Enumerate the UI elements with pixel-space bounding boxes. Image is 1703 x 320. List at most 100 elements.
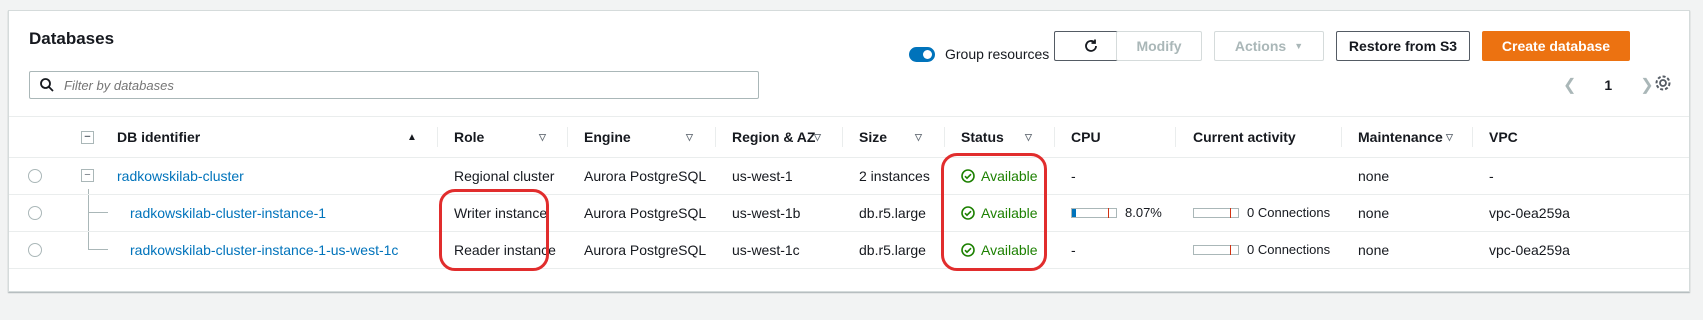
cpu-cell: - [1071,241,1076,258]
maintenance-cell: none [1358,167,1390,184]
table-header: − DB identifier ▲ Role ▽ Engine ▽ Region… [9,116,1689,158]
column-divider [944,127,945,147]
cpu-usage-fill [1072,208,1076,217]
search-input[interactable] [62,76,716,94]
vpc-cell: - [1489,167,1494,184]
engine-cell: Aurora PostgreSQL [584,204,707,221]
group-resources-toggle[interactable] [909,46,935,62]
sort-ascending-icon: ▲ [407,131,417,143]
pagination: ❮ 1 ❯ [1549,75,1668,95]
db-identifier-link[interactable]: radkowskilab-cluster-instance-1 [130,194,326,231]
radio-button[interactable] [28,242,42,257]
activity-bar [1193,244,1239,255]
select-all-collapse[interactable]: − [81,117,94,157]
radio-button[interactable] [28,205,42,220]
table-row[interactable]: radkowskilab-cluster-instance-1-us-west-… [9,231,1689,269]
column-engine-label: Engine [584,129,631,145]
actions-label: Actions [1234,38,1287,54]
column-db-identifier[interactable]: DB identifier ▲ [117,117,427,157]
databases-panel: Databases Group resources Modify Actions… [8,10,1690,292]
column-divider [715,127,716,147]
search-icon [40,78,54,92]
column-maintenance[interactable]: Maintenance ▽ [1358,117,1468,157]
engine-cell: Aurora PostgreSQL [584,241,707,258]
sort-icon: ▽ [1025,131,1032,142]
row-radio[interactable] [28,157,42,194]
status-highlight-annotation [941,153,1047,271]
column-maintenance-label: Maintenance [1358,129,1443,145]
vpc-cell: vpc-0ea259a [1489,204,1570,221]
db-identifier-link[interactable]: radkowskilab-cluster-instance-1-us-west-… [130,231,398,268]
activity-cell: 0 Connections [1193,194,1330,231]
column-divider [437,127,438,147]
activity-threshold-mark [1230,207,1231,218]
page-number[interactable]: 1 [1604,77,1612,93]
column-size[interactable]: Size ▽ [859,117,939,157]
group-resources-toggle-wrap[interactable]: Group resources [909,46,1049,62]
column-vpc[interactable]: VPC [1489,117,1518,157]
maintenance-cell: none [1358,204,1390,221]
caret-down-icon: ▼ [1294,41,1304,51]
column-status[interactable]: Status ▽ [961,117,1061,157]
size-cell: db.r5.large [859,204,926,221]
column-divider [842,127,843,147]
sort-icon: ▽ [1446,131,1453,142]
radio-button[interactable] [28,168,42,183]
row-radio[interactable] [28,194,42,231]
column-db-identifier-label: DB identifier [117,129,201,145]
cpu-threshold-mark [1108,207,1109,218]
activity-cell: 0 Connections [1193,231,1330,268]
column-divider [1472,127,1473,147]
column-divider [567,127,568,147]
filter-search[interactable] [29,71,759,99]
sort-icon: ▽ [915,131,922,142]
column-size-label: Size [859,129,888,145]
size-cell: db.r5.large [859,241,926,258]
restore-from-s3-button[interactable]: Restore from S3 [1336,31,1470,61]
column-engine[interactable]: Engine ▽ [584,117,704,157]
column-divider [1054,127,1055,147]
collapse-all-icon[interactable]: − [81,130,94,144]
collapse-icon[interactable]: − [81,169,94,182]
db-identifier-link[interactable]: radkowskilab-cluster [117,157,244,194]
role-highlight-annotation [439,189,549,271]
previous-page-icon[interactable]: ❮ [1563,75,1576,95]
activity-bar [1193,207,1239,218]
column-region-label: Region & AZ [732,129,816,145]
column-role-label: Role [454,129,485,145]
next-page-icon[interactable]: ❯ [1640,75,1653,95]
refresh-icon [1085,39,1097,52]
column-region[interactable]: Region & AZ ▽ [732,117,842,157]
create-database-button[interactable]: Create database [1482,31,1630,61]
row-collapse[interactable]: − [81,157,94,194]
cpu-value: 8.07% [1125,205,1162,220]
cpu-cell: - [1071,167,1076,184]
region-cell: us-west-1 [732,167,793,184]
column-role[interactable]: Role ▽ [454,117,564,157]
engine-cell: Aurora PostgreSQL [584,167,707,184]
size-cell: 2 instances [859,167,930,184]
maintenance-cell: none [1358,241,1390,258]
column-divider [1341,127,1342,147]
activity-value: 0 Connections [1247,242,1331,257]
group-resources-label: Group resources [945,46,1050,62]
row-radio[interactable] [28,231,42,268]
page-title: Databases [29,29,115,48]
region-cell: us-west-1c [732,241,800,258]
table-row[interactable]: − radkowskilab-cluster Regional cluster … [9,157,1689,195]
vpc-cell: vpc-0ea259a [1489,241,1570,258]
column-status-label: Status [961,129,1004,145]
modify-button[interactable]: Modify [1116,31,1202,61]
sort-icon: ▽ [539,131,546,142]
region-cell: us-west-1b [732,204,801,221]
activity-value: 0 Connections [1247,205,1331,220]
cpu-usage-bar [1071,207,1117,218]
actions-button[interactable]: Actions ▼ [1214,31,1324,61]
column-cpu[interactable]: CPU [1071,117,1101,157]
column-current-activity[interactable]: Current activity [1193,117,1296,157]
sort-icon: ▽ [686,131,693,142]
settings-gear-icon[interactable] [1654,74,1672,97]
sort-icon: ▽ [814,131,821,142]
activity-threshold-mark [1230,244,1231,255]
table-row[interactable]: radkowskilab-cluster-instance-1 Writer i… [9,194,1689,232]
